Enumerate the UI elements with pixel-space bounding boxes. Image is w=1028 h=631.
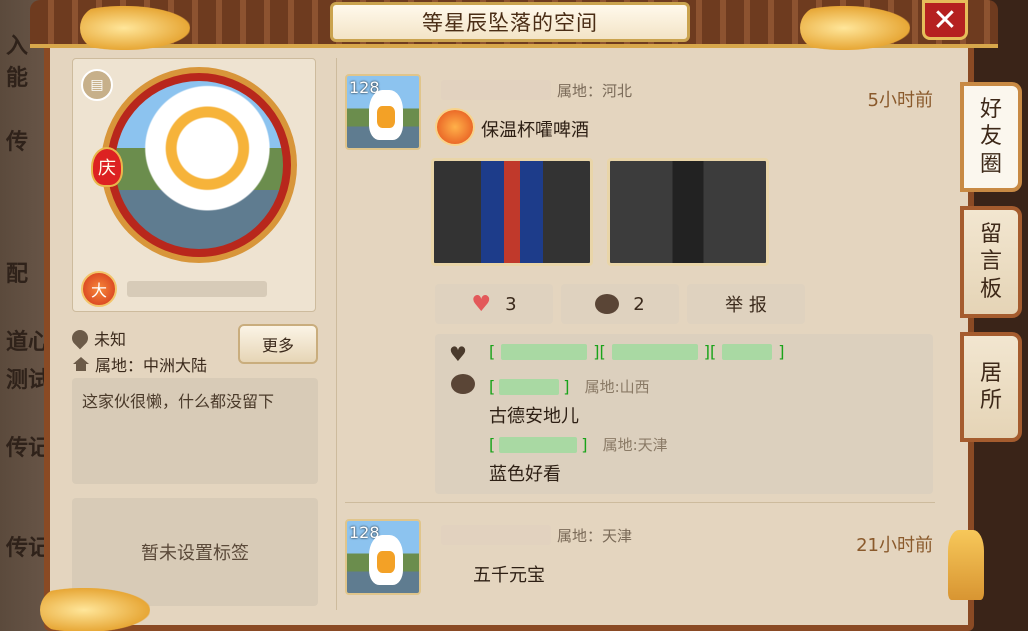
commenter-name-blurred	[499, 378, 560, 395]
avatar-card: ▤ 庆 大	[72, 58, 316, 312]
tab-char: 所	[979, 388, 1002, 413]
like-button[interactable]: ♥ 3	[435, 284, 553, 324]
gender-label: 未知	[94, 330, 127, 349]
location-pin-icon	[68, 326, 92, 350]
post-card: 128 属地：天津 21小时前 五千元宝	[345, 502, 935, 610]
tab-char: 圈	[979, 151, 1002, 177]
id-card-icon[interactable]: ▤	[81, 69, 113, 101]
post-location: 属地：河北	[557, 82, 633, 100]
liked-by-list: [][][]	[489, 342, 785, 361]
comment-text: 古德安地儿	[489, 406, 579, 427]
background-text: 传	[6, 130, 29, 155]
comment-bubble-icon	[451, 374, 475, 394]
tab-char: 板	[979, 276, 1002, 302]
avatar-image	[115, 81, 283, 249]
qing-badge-icon: 庆	[91, 147, 123, 187]
tab-residence[interactable]: 居 所	[960, 332, 1022, 442]
background-text: 配	[6, 262, 29, 287]
liker-name-blurred[interactable]	[722, 343, 773, 360]
tab-char: 友	[979, 124, 1002, 150]
comment-location: 属地:天津	[602, 436, 668, 454]
dialog-title: 等星辰坠落的空间	[330, 2, 690, 42]
comment-button[interactable]: 2	[561, 284, 679, 324]
region-row: 属地：中洲大陆	[72, 352, 207, 376]
comment-header: [] 属地:山西	[489, 376, 650, 397]
comment-location: 属地:山西	[584, 378, 650, 396]
tab-char: 居	[979, 360, 1002, 386]
background-text: 能	[6, 66, 29, 91]
liker-name-blurred[interactable]	[501, 343, 588, 360]
signature-box: 这家伙很懒，什么都没留下	[72, 378, 318, 484]
moments-feed[interactable]: 128 属地：河北 5小时前 保温杯嚯啤酒 ♥ 3 2 举 报 ♥ [][][]…	[336, 58, 940, 610]
mascot-icon	[435, 108, 475, 146]
duck-beak	[377, 106, 395, 128]
post-avatar[interactable]: 128	[345, 74, 421, 150]
profile-panel: ▤ 庆 大 未知 属地：中洲大陆 更多 这家伙很懒，什么都没留下 暂未设置标签	[68, 58, 320, 610]
liked-by-heart-icon: ♥	[449, 342, 467, 366]
background-text: 入	[6, 34, 29, 59]
commenter-name[interactable]: []	[489, 377, 570, 396]
comment-count: 2	[633, 293, 645, 315]
close-button[interactable]: ✕	[922, 0, 968, 40]
post-author-blurred[interactable]	[441, 525, 551, 545]
post-time: 21小时前	[856, 535, 933, 556]
tab-char: 言	[979, 249, 1002, 275]
tab-char: 留	[979, 221, 1002, 247]
more-button[interactable]: 更多	[238, 324, 318, 364]
heart-icon: ♥	[471, 291, 492, 317]
post-author-blurred[interactable]	[441, 80, 551, 100]
commenter-name-blurred	[499, 436, 578, 453]
post-card: 128 属地：河北 5小时前 保温杯嚯啤酒 ♥ 3 2 举 报 ♥ [][][]…	[345, 58, 935, 508]
post-photo[interactable]	[607, 158, 769, 266]
lantern-ornament-icon	[948, 530, 984, 600]
post-time: 5小时前	[867, 90, 933, 111]
tab-char: 好	[979, 96, 1002, 122]
player-name-blurred	[127, 281, 267, 297]
post-text: 五千元宝	[473, 565, 545, 586]
tab-friends-circle[interactable]: 好 友 圈	[960, 82, 1022, 192]
duck-beak	[377, 551, 395, 573]
liker-name-blurred[interactable]	[611, 343, 698, 360]
post-location: 属地：天津	[557, 527, 633, 545]
comment-text: 蓝色好看	[489, 464, 561, 485]
avatar[interactable]	[101, 67, 297, 263]
report-button[interactable]: 举 报	[687, 284, 805, 324]
home-icon	[73, 357, 89, 371]
post-text: 保温杯嚯啤酒	[481, 120, 589, 141]
tab-message-board[interactable]: 留 言 板	[960, 206, 1022, 318]
post-photo[interactable]	[431, 158, 593, 266]
gender-row: 未知	[68, 326, 127, 350]
like-count: 3	[505, 293, 517, 315]
post-avatar[interactable]: 128	[345, 519, 421, 595]
comments-panel: ♥ [][][] [] 属地:山西 古德安地儿 [] 属地:天津 蓝色好看	[435, 334, 933, 494]
cloud-ornament-icon	[800, 6, 910, 50]
cloud-ornament-icon	[80, 6, 190, 50]
comment-header: [] 属地:天津	[489, 434, 668, 455]
cloud-ornament-icon	[40, 588, 150, 631]
commenter-name[interactable]: []	[489, 435, 588, 454]
level-badge: 大	[81, 271, 117, 307]
comment-bubble-icon	[595, 294, 620, 314]
region-label: 属地：中洲大陆	[95, 356, 208, 375]
